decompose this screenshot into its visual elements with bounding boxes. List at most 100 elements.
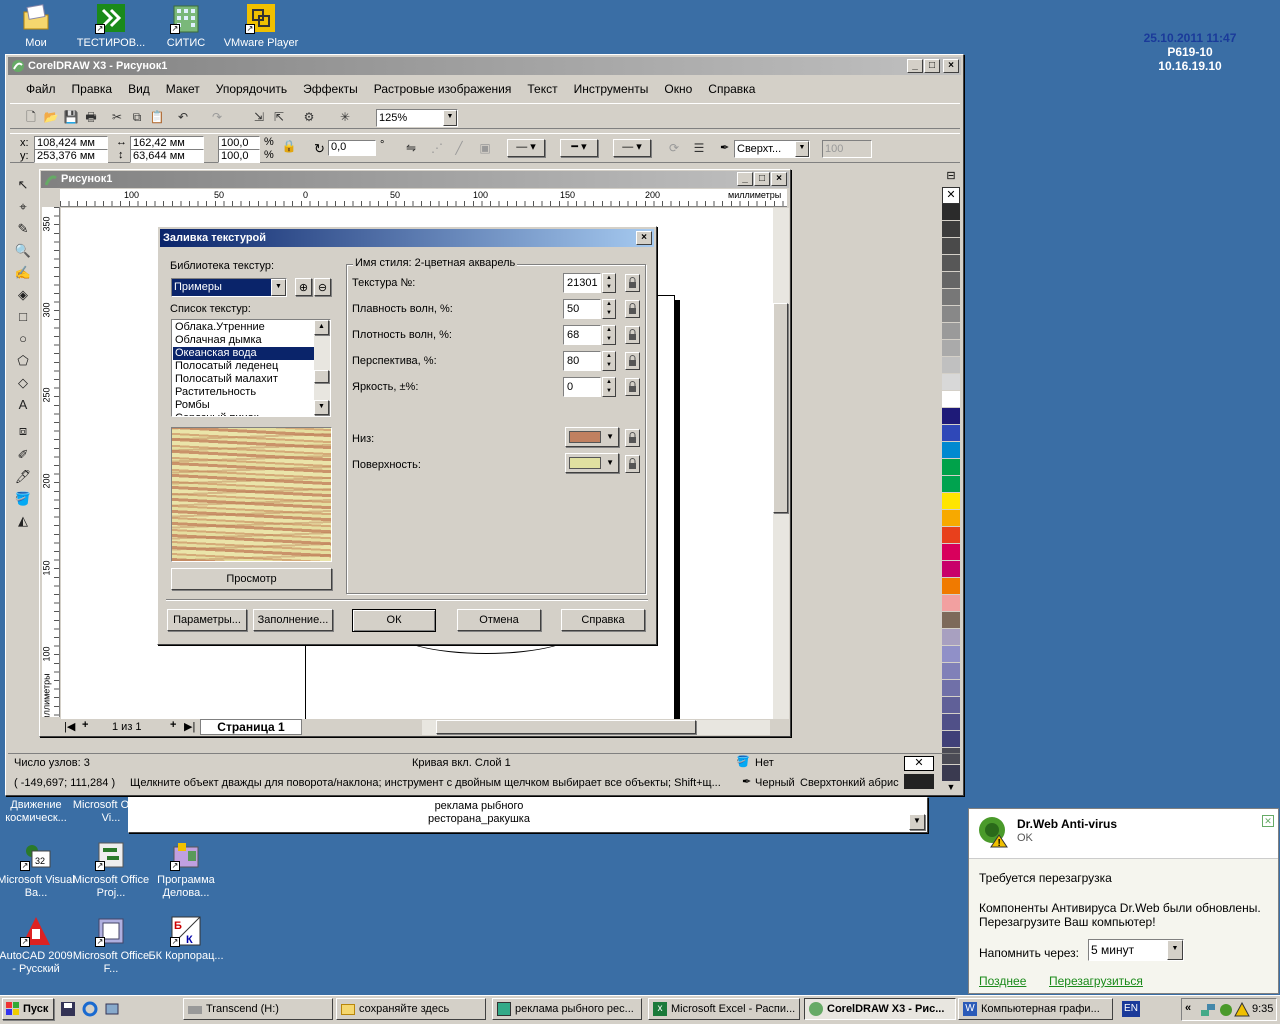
palette-swatch[interactable]: [942, 306, 960, 323]
node-icon[interactable]: ⋰: [428, 139, 446, 157]
dialog-titlebar[interactable]: Заливка текстурой ×: [160, 229, 654, 247]
surface-color-picker[interactable]: ▼: [565, 453, 619, 473]
document-titlebar[interactable]: Рисунок1 _ □ ×: [41, 171, 789, 188]
save-disk-icon[interactable]: [60, 1001, 76, 1017]
undo-icon[interactable]: ↶: [174, 108, 192, 126]
desktop-icon-bk[interactable]: Б К ↗ БК Корпорац...: [147, 915, 225, 963]
param-spinner[interactable]: ▲ ▼: [602, 377, 616, 397]
zoom-select[interactable]: 125% ▼: [376, 109, 458, 127]
remove-library-button[interactable]: ⊖: [314, 278, 331, 296]
menu-bitmaps[interactable]: Растровые изображения: [366, 82, 520, 96]
list-scroll-down[interactable]: ▼: [314, 400, 329, 415]
list-scroll-up[interactable]: ▲: [314, 320, 329, 335]
menu-effects[interactable]: Эффекты: [295, 82, 366, 96]
bottom-color-picker[interactable]: ▼: [565, 427, 619, 447]
texture-list-item[interactable]: Океанская вода: [173, 347, 315, 360]
zoom-dropdown-icon[interactable]: ▼: [443, 110, 457, 126]
mirror-icon[interactable]: ⇋: [402, 139, 420, 157]
desktop-icon-frontpage[interactable]: ↗ Microsoft Office F...: [72, 915, 150, 976]
texture-list-item[interactable]: Серозный пинок: [173, 412, 315, 416]
palette-swatch[interactable]: [942, 731, 960, 748]
library-dropdown-icon[interactable]: ▼: [271, 279, 286, 296]
palette-swatch[interactable]: [942, 442, 960, 459]
drweb-tray-icon[interactable]: [1218, 1002, 1234, 1018]
texture-list-item[interactable]: Ромбы: [173, 399, 315, 412]
minimize-button[interactable]: _: [907, 59, 923, 73]
param-spinner[interactable]: ▲ ▼: [602, 273, 616, 293]
menu-view[interactable]: Вид: [120, 82, 158, 96]
menu-tools[interactable]: Инструменты: [566, 82, 657, 96]
texture-fill-dialog[interactable]: Заливка текстурой × Библиотека текстур: …: [157, 226, 657, 645]
scale-y-field[interactable]: 100,0: [218, 149, 260, 163]
palette-swatch[interactable]: [942, 680, 960, 697]
palette-swatch[interactable]: [942, 493, 960, 510]
smart-fill-icon[interactable]: ◈: [12, 285, 34, 305]
app-launcher-icon[interactable]: ⚙: [300, 108, 318, 126]
palette-swatch[interactable]: [942, 204, 960, 221]
drweb-notification[interactable]: ! Dr.Web Anti-virus OK ✕ Требуется перез…: [968, 808, 1279, 994]
palette-swatch[interactable]: [942, 510, 960, 527]
desktop-icon-vb[interactable]: 32 ↗ Microsoft Visual Ba...: [0, 839, 75, 900]
palette-swatch[interactable]: [942, 357, 960, 374]
task-comp-graphics[interactable]: W Компьютерная графи...: [958, 998, 1113, 1020]
desktop-icon-sitis[interactable]: ↗ СИТИС: [147, 2, 225, 50]
texture-list-item[interactable]: Полосатый леденец: [173, 360, 315, 373]
task-coreldraw[interactable]: CorelDRAW X3 - Рис...: [804, 998, 956, 1020]
new-icon[interactable]: 🗋: [22, 108, 40, 126]
doc-close-button[interactable]: ×: [771, 172, 787, 186]
start-arrow-select[interactable]: — ▾: [507, 139, 545, 157]
palette-swatch[interactable]: [942, 612, 960, 629]
text-wrap-icon[interactable]: ☰: [690, 139, 708, 157]
add-page-after-icon[interactable]: +: [170, 719, 176, 731]
preview-button[interactable]: Просмотр: [171, 568, 332, 590]
bottom-lock-button[interactable]: [625, 429, 640, 447]
texture-list-item[interactable]: Облачная дымка: [173, 334, 315, 347]
no-color-swatch[interactable]: ✕: [942, 187, 960, 204]
param-value-field[interactable]: 68: [563, 325, 601, 345]
y-position-field[interactable]: 253,376 мм: [34, 149, 108, 163]
param-spinner[interactable]: ▲ ▼: [602, 325, 616, 345]
open-icon[interactable]: 📂: [42, 108, 60, 126]
print-icon[interactable]: 🖶: [82, 108, 100, 126]
menu-layout[interactable]: Макет: [158, 82, 208, 96]
palette-swatch[interactable]: [942, 289, 960, 306]
palette-swatch[interactable]: [942, 425, 960, 442]
task-transcend[interactable]: Transcend (H:): [183, 998, 333, 1020]
param-value-field[interactable]: 21301: [563, 273, 601, 293]
task-fish-ad[interactable]: реклама рыбного рес...: [492, 998, 642, 1020]
save-icon[interactable]: 💾: [62, 108, 80, 126]
height-field[interactable]: 63,644 мм: [130, 149, 204, 163]
fill-button[interactable]: Заполнение...: [253, 609, 333, 631]
doc-minimize-button[interactable]: _: [737, 172, 753, 186]
palette-swatch[interactable]: [942, 629, 960, 646]
palette-swatch[interactable]: [942, 391, 960, 408]
menu-edit[interactable]: Правка: [64, 82, 121, 96]
palette-swatch[interactable]: [942, 527, 960, 544]
surface-lock-button[interactable]: [625, 455, 640, 473]
add-library-button[interactable]: ⊕: [295, 278, 312, 296]
palette-swatch[interactable]: [942, 714, 960, 731]
drweb-remind-select[interactable]: 5 минут ▼: [1088, 939, 1184, 961]
coreldraw-titlebar[interactable]: CorelDRAW X3 - Рисунок1 _ □ ×: [8, 57, 961, 75]
drweb-restart-link[interactable]: Перезагрузиться: [1049, 974, 1143, 988]
interactive-fill-icon[interactable]: ◭: [12, 511, 34, 531]
group-icon[interactable]: ▣: [476, 139, 494, 157]
palette-swatch[interactable]: [942, 697, 960, 714]
task-excel[interactable]: x Microsoft Excel - Распи...: [648, 998, 800, 1020]
language-indicator[interactable]: EN: [1122, 1001, 1140, 1017]
palette-swatch[interactable]: [942, 408, 960, 425]
basic-shapes-icon[interactable]: ◇: [12, 373, 34, 393]
wrap-icon[interactable]: ⟳: [665, 139, 683, 157]
export-icon[interactable]: ⇱: [270, 108, 288, 126]
palette-swatch[interactable]: [942, 255, 960, 272]
palette-swatch[interactable]: [942, 476, 960, 493]
texture-list-item[interactable]: Полосатый малахит: [173, 373, 315, 386]
texture-list[interactable]: Облака.Утренние Облачная дымка Океанская в…: [171, 319, 331, 417]
ie-icon[interactable]: [82, 1001, 98, 1017]
last-page-icon[interactable]: ▶|: [184, 720, 195, 733]
start-button[interactable]: Пуск: [2, 998, 54, 1020]
show-desktop-icon[interactable]: [104, 1001, 120, 1017]
outline-dropdown-icon[interactable]: ▼: [795, 141, 809, 157]
palette-toggle-icon[interactable]: ⊟: [942, 169, 960, 187]
drweb-later-link[interactable]: Позднее: [979, 974, 1026, 988]
